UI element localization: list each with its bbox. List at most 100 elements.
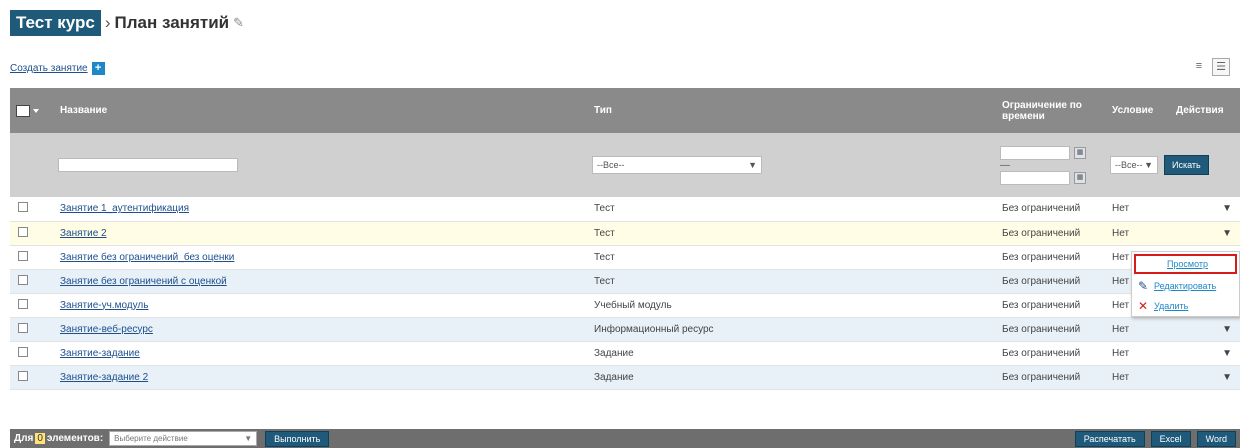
lesson-time-limit: Без ограничений <box>994 293 1104 318</box>
table-row: Занятие без ограничений с оценкой Тест Б… <box>10 269 1240 294</box>
column-header-actions: Действия <box>1168 88 1240 133</box>
row-checkbox[interactable] <box>18 202 28 213</box>
chevron-down-icon: ▼ <box>748 160 757 170</box>
lesson-time-limit: Без ограничений <box>994 269 1104 294</box>
row-actions-icon[interactable]: ▼ <box>1168 341 1240 366</box>
selected-count: 0 <box>35 433 45 444</box>
column-header-name[interactable]: Название <box>52 88 586 133</box>
lesson-condition: Нет <box>1104 197 1168 222</box>
date-from-input[interactable] <box>1000 145 1070 160</box>
create-lesson-link[interactable]: Создать занятие <box>10 63 88 74</box>
calendar-icon[interactable]: ▦ <box>1074 146 1086 159</box>
lesson-type: Учебный модуль <box>586 293 994 318</box>
lesson-link[interactable]: Занятие-уч.модуль <box>60 300 148 311</box>
table-row: Занятие-уч.модуль Учебный модуль Без огр… <box>10 293 1240 318</box>
lesson-time-limit: Без ограничений <box>994 341 1104 366</box>
calendar-icon[interactable]: ▦ <box>1074 171 1086 184</box>
table-row: Занятие без ограничений_без оценки Тест … <box>10 245 1240 270</box>
date-to-input[interactable] <box>1000 170 1070 185</box>
select-all-cell[interactable] <box>10 88 52 133</box>
row-checkbox[interactable] <box>18 370 28 381</box>
lesson-link[interactable]: Занятие-задание 2 <box>60 372 148 383</box>
edit-link[interactable]: Редактировать <box>1154 281 1216 291</box>
row-checkbox[interactable] <box>18 322 28 333</box>
row-checkbox[interactable] <box>18 226 28 237</box>
column-header-condition[interactable]: Условие <box>1104 88 1168 133</box>
lesson-type: Тест <box>586 197 994 222</box>
row-checkbox[interactable] <box>18 298 28 309</box>
row-actions-icon[interactable]: ▼ <box>1168 317 1240 342</box>
lesson-type: Тест <box>586 269 994 294</box>
search-button[interactable]: Искать <box>1164 155 1209 175</box>
lesson-type: Задание <box>586 365 994 390</box>
date-range-dash: — <box>1000 159 1010 171</box>
row-checkbox[interactable] <box>18 250 28 261</box>
lesson-condition: Нет <box>1104 365 1168 390</box>
chevron-down-icon: ▼ <box>244 434 253 443</box>
bulk-actions-bar: Для 0 элементов: Выберите действие ▼ Выпо… <box>10 429 1240 448</box>
lesson-link[interactable]: Занятие 1_аутентификация <box>60 203 189 214</box>
menu-item-edit[interactable]: ✎ Редактировать <box>1132 276 1239 296</box>
menu-item-delete[interactable]: ✕ Удалить <box>1132 296 1239 316</box>
print-button[interactable]: Распечатать <box>1074 430 1145 447</box>
select-all-checkbox[interactable] <box>16 104 30 117</box>
column-header-type[interactable]: Тип <box>586 88 994 133</box>
name-filter-input[interactable] <box>58 158 238 172</box>
menu-item-view[interactable]: Просмотр <box>1134 254 1237 274</box>
run-button[interactable]: Выполнить <box>265 430 330 447</box>
lesson-condition: Нет <box>1104 221 1168 246</box>
bulk-label-suffix: элементов: <box>46 433 104 444</box>
lesson-time-limit: Без ограничений <box>994 317 1104 342</box>
lesson-link[interactable]: Занятие без ограничений с оценкой <box>60 276 227 287</box>
type-filter-select[interactable]: --Все-- ▼ <box>592 156 762 174</box>
row-checkbox[interactable] <box>18 346 28 357</box>
pencil-icon: ✎ <box>1137 279 1149 293</box>
chevron-down-icon: ▼ <box>1144 160 1153 170</box>
lesson-time-limit: Без ограничений <box>994 197 1104 222</box>
lesson-time-limit: Без ограничений <box>994 365 1104 390</box>
plus-icon[interactable]: + <box>91 62 105 75</box>
edit-title-icon[interactable]: ✎ <box>233 15 244 31</box>
lesson-type: Задание <box>586 341 994 366</box>
page-title: План занятий <box>114 13 230 32</box>
excel-button[interactable]: Excel <box>1150 430 1191 447</box>
chevron-down-icon[interactable] <box>33 108 39 113</box>
condition-filter-select[interactable]: --Все-- ▼ <box>1110 156 1158 174</box>
row-checkbox[interactable] <box>18 274 28 285</box>
row-actions-icon[interactable]: ▼ <box>1168 221 1240 246</box>
row-actions-icon[interactable]: ▼ <box>1168 197 1240 222</box>
view-link[interactable]: Просмотр <box>1167 259 1208 269</box>
lesson-type: Тест <box>586 221 994 246</box>
table-row: Занятие-веб-ресурс Информационный ресурс… <box>10 317 1240 342</box>
lesson-condition: Нет <box>1104 341 1168 366</box>
table-row: Занятие-задание 2 Задание Без ограничени… <box>10 365 1240 390</box>
lesson-condition: Нет <box>1104 317 1168 342</box>
table-row: Занятие-задание Задание Без ограничений … <box>10 341 1240 366</box>
delete-link[interactable]: Удалить <box>1154 301 1188 311</box>
lesson-time-limit: Без ограничений <box>994 221 1104 246</box>
lesson-link[interactable]: Занятие без ограничений_без оценки <box>60 252 234 263</box>
table-view-icon[interactable]: ☰ <box>1212 58 1230 76</box>
time-limit-filter: ▦ — ▦ <box>1000 145 1098 185</box>
table-row: Занятие 2 Тест Без ограничений Нет ▼ <box>10 221 1240 246</box>
lesson-link[interactable]: Занятие-веб-ресурс <box>60 324 153 335</box>
breadcrumb: Тест курс › План занятий ✎ <box>10 10 244 36</box>
lessons-table: Название Тип Ограничение по времени Усло… <box>10 88 1240 390</box>
lesson-link[interactable]: Занятие 2 <box>60 228 107 239</box>
column-header-time-limit[interactable]: Ограничение по времени <box>994 88 1104 133</box>
filter-row: --Все-- ▼ ▦ — ▦ --Все-- ▼ Искать <box>10 133 1240 197</box>
bulk-action-select[interactable]: Выберите действие ▼ <box>109 431 258 446</box>
lesson-type: Тест <box>586 245 994 270</box>
course-badge[interactable]: Тест курс <box>10 10 101 36</box>
row-actions-menu: Просмотр ✎ Редактировать ✕ Удалить <box>1131 251 1240 317</box>
word-button[interactable]: Word <box>1196 430 1236 447</box>
bulk-label-prefix: Для <box>14 433 34 444</box>
delete-icon: ✕ <box>1137 299 1149 313</box>
breadcrumb-separator: › <box>104 13 111 32</box>
row-actions-icon[interactable]: ▼ <box>1168 365 1240 390</box>
list-view-icon[interactable]: ≡ <box>1190 58 1208 76</box>
create-lesson[interactable]: Создать занятие + <box>10 62 105 75</box>
table-row: Занятие 1_аутентификация Тест Без ограни… <box>10 197 1240 222</box>
lesson-link[interactable]: Занятие-задание <box>60 348 140 359</box>
view-switcher: ≡ ☰ <box>1190 58 1230 76</box>
